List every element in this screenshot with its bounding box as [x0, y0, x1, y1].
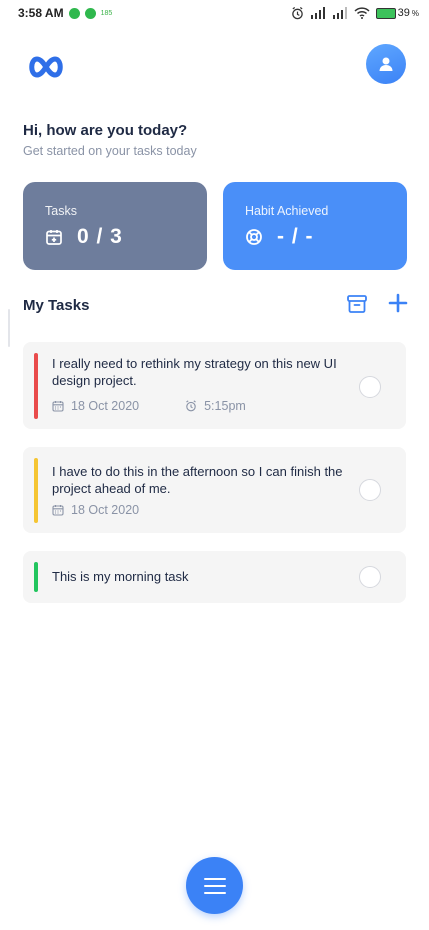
greeting-title: Hi, how are you today?	[23, 122, 188, 139]
task-complete-checkbox[interactable]	[359, 479, 381, 501]
task-date: 18 Oct 2020	[71, 503, 140, 517]
menu-fab-button[interactable]	[186, 857, 243, 914]
task-text: This is my morning task	[52, 569, 189, 584]
greeting-subtitle: Get started on your tasks today	[23, 144, 197, 158]
task-priority-bar	[34, 458, 38, 523]
habit-card-value: - / -	[277, 225, 314, 248]
tasks-card-value: 0 / 3	[77, 225, 123, 248]
battery-icon: 39 %	[375, 7, 419, 19]
my-tasks-title: My Tasks	[23, 297, 90, 314]
calendar-icon	[52, 401, 64, 412]
status-mini-label: 185	[100, 9, 113, 17]
lifebuoy-icon	[246, 229, 262, 245]
battery-percent-sign: %	[411, 8, 419, 18]
calendar-add-icon	[46, 230, 62, 245]
tasks-card-label: Tasks	[45, 204, 77, 218]
plus-icon[interactable]	[387, 291, 409, 315]
tasks-summary-card[interactable]: Tasks 0 / 3	[23, 182, 207, 270]
calendar-icon	[52, 505, 64, 516]
task-time: 5:15pm	[204, 399, 246, 413]
task-complete-checkbox[interactable]	[359, 566, 381, 588]
task-priority-bar	[34, 353, 38, 419]
app-header	[0, 40, 429, 96]
battery-percent: 39	[397, 7, 410, 19]
user-icon	[379, 57, 393, 71]
signal-icon	[332, 7, 347, 19]
alarm-icon	[291, 6, 303, 19]
archive-icon[interactable]	[346, 293, 368, 315]
habit-card-label: Habit Achieved	[245, 204, 329, 218]
habit-summary-card[interactable]: Habit Achieved - / -	[223, 182, 407, 270]
notification-app-icon	[68, 7, 80, 19]
task-priority-bar	[34, 562, 38, 592]
task-text: I have to do this in the afternoon so I …	[52, 464, 343, 496]
task-complete-checkbox[interactable]	[359, 376, 381, 398]
task-card[interactable]: I have to do this in the afternoon so I …	[23, 447, 406, 533]
infinity-logo-icon[interactable]	[26, 55, 66, 79]
alarm-clock-icon	[186, 400, 196, 412]
scroll-indicator	[8, 309, 10, 347]
task-date: 18 Oct 2020	[71, 399, 140, 413]
task-text: I really need to rethink my strategy on …	[52, 356, 337, 388]
profile-avatar-button[interactable]	[366, 44, 406, 84]
status-time: 3:58 AM	[18, 6, 64, 20]
task-card[interactable]: I really need to rethink my strategy on …	[23, 342, 406, 429]
signal-icon	[310, 7, 325, 19]
menu-icon	[203, 877, 226, 894]
task-card[interactable]: This is my morning task	[23, 551, 406, 603]
status-bar: 3:58 AM 185 39 %	[0, 0, 429, 26]
wifi-icon	[354, 7, 370, 19]
notification-app-icon	[84, 7, 96, 19]
